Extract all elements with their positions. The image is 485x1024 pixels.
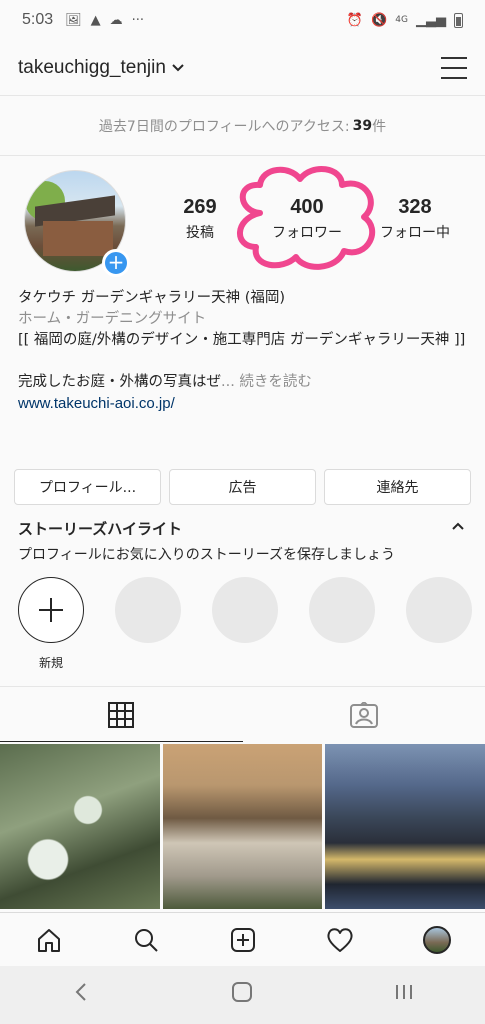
- chevron-up-icon[interactable]: [452, 518, 464, 534]
- menu-icon[interactable]: [441, 56, 467, 79]
- profile-tabs: [0, 686, 485, 742]
- add-story-plus-icon[interactable]: +: [102, 249, 130, 277]
- category-label: ホーム・ガーデニングサイト: [18, 311, 207, 327]
- drive-icon: ▲: [90, 12, 101, 28]
- signal-icon: ▁▃▅: [416, 12, 446, 28]
- mini-avatar: [422, 925, 451, 954]
- profile-header: takeuchigg_tenjin: [0, 40, 485, 96]
- highlight-placeholder: [406, 577, 472, 643]
- grid-post[interactable]: [0, 744, 160, 909]
- profile-tab-avatar[interactable]: [417, 920, 457, 960]
- action-buttons: プロフィール... 広告 連絡先: [14, 469, 471, 505]
- posts-count[interactable]: 269 投稿: [150, 196, 250, 242]
- bio-more-line: 完成したお庭・外構の写真はぜ... 続きを読む: [18, 372, 473, 393]
- system-navigation: [0, 966, 485, 1024]
- following-count[interactable]: 328 フォロー中: [365, 196, 465, 242]
- grid-icon: [108, 701, 135, 728]
- highlight-placeholder: [309, 577, 375, 643]
- tab-grid[interactable]: [0, 687, 243, 742]
- bio-section: タケウチ ガーデンギャラリー天神 (福岡) ホーム・ガーデニングサイト [[ 福…: [18, 288, 473, 414]
- insights-banner[interactable]: 過去7日間のプロフィールへのアクセス: 39 件: [0, 96, 485, 156]
- tab-tagged[interactable]: [243, 687, 485, 742]
- insights-unit: 件: [372, 118, 387, 135]
- home-button-icon[interactable]: [222, 981, 262, 1009]
- alarm-icon: ⏰: [346, 12, 364, 28]
- website-link[interactable]: www.takeuchi-aoi.co.jp/: [18, 393, 473, 414]
- status-time: 5:03: [22, 11, 54, 28]
- new-highlight-button[interactable]: [18, 577, 84, 643]
- 4g-icon: 4G: [395, 15, 408, 25]
- ads-button[interactable]: 広告: [169, 469, 316, 505]
- followers-label: フォロワー: [272, 225, 342, 241]
- plus-icon: [39, 598, 63, 622]
- following-label: フォロー中: [380, 225, 450, 241]
- status-bar: 5:03 🖼 ▲ ☁ ··· ⏰ 🔇 4G ▁▃▅: [0, 0, 485, 40]
- image-icon: 🖼: [65, 12, 82, 28]
- mute-icon: 🔇: [371, 12, 388, 28]
- tagged-icon: [349, 701, 378, 728]
- edit-profile-button[interactable]: プロフィール...: [14, 469, 161, 505]
- add-post-icon[interactable]: [223, 920, 263, 960]
- following-value: 328: [398, 196, 432, 218]
- username-switcher[interactable]: takeuchigg_tenjin: [18, 57, 166, 79]
- insights-count: 39: [352, 117, 373, 134]
- followers-value: 400: [290, 196, 324, 218]
- home-icon[interactable]: [29, 920, 69, 960]
- new-highlight-label: 新規: [38, 656, 63, 670]
- bio-description: [[ 福岡の庭/外構のデザイン・施工専門店 ガーデンギャラリー天神 ]]: [18, 332, 466, 348]
- more-dots-icon: ···: [131, 12, 145, 28]
- heart-icon[interactable]: [320, 920, 360, 960]
- recents-icon[interactable]: [384, 982, 424, 1008]
- battery-icon: [454, 12, 463, 28]
- photo-grid: [0, 744, 485, 909]
- highlights-title: ストーリーズハイライト: [18, 520, 182, 538]
- highlights-subtitle: プロフィールにお気に入りのストーリーズを保存しましょう: [18, 547, 396, 563]
- highlight-placeholder: [115, 577, 181, 643]
- bio-more-text: 完成したお庭・外構の写真はぜ: [18, 374, 221, 390]
- posts-value: 269: [183, 196, 217, 218]
- cloud-icon: ☁: [109, 12, 123, 28]
- chevron-down-icon[interactable]: [172, 61, 184, 75]
- grid-post[interactable]: [325, 744, 485, 909]
- insights-text: 過去7日間のプロフィールへのアクセス:: [98, 118, 350, 135]
- followers-count[interactable]: 400 フォロワー: [257, 196, 357, 242]
- grid-post[interactable]: [162, 744, 323, 909]
- bottom-navigation: [0, 912, 485, 966]
- posts-label: 投稿: [186, 225, 214, 241]
- highlight-placeholder: [212, 577, 278, 643]
- display-name: タケウチ ガーデンギャラリー天神 (福岡): [18, 290, 286, 306]
- search-icon[interactable]: [126, 920, 166, 960]
- read-more-link[interactable]: ... 続きを読む: [221, 374, 312, 390]
- contact-button[interactable]: 連絡先: [324, 469, 471, 505]
- back-icon[interactable]: [61, 982, 101, 1008]
